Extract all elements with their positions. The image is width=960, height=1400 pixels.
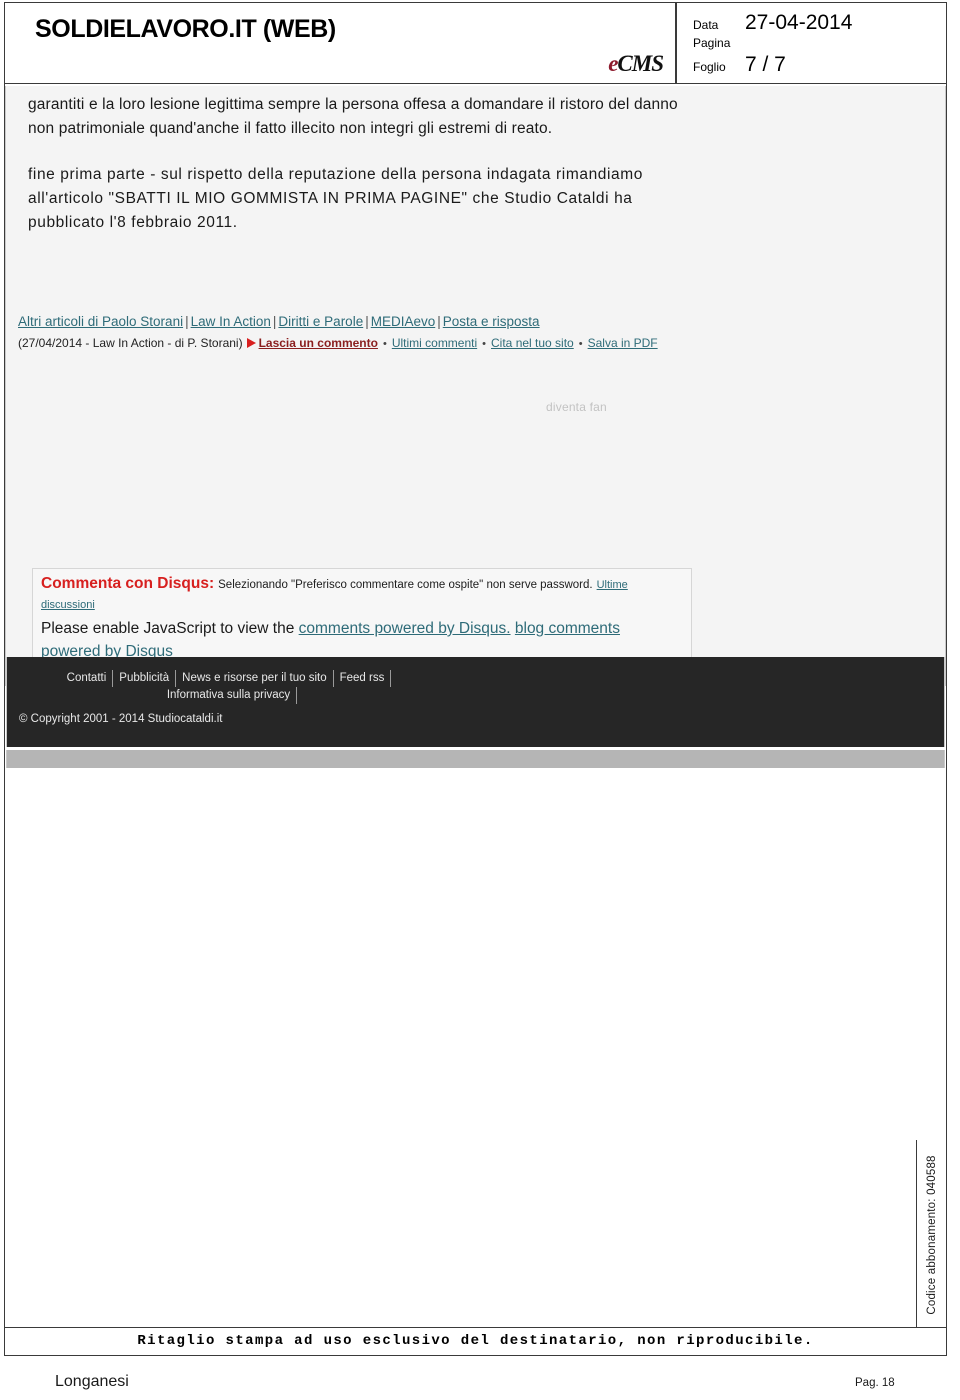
meta-label-foglio: Foglio <box>693 60 726 74</box>
meta-row-pagina: Pagina <box>693 34 745 52</box>
footer-link-feed-rss[interactable]: Feed rss <box>334 670 392 687</box>
footer-link-privacy[interactable]: Informativa sulla privacy <box>161 687 298 704</box>
related-links-row: Altri articoli di Paolo Storani | Law In A… <box>18 312 718 332</box>
site-footer-copyright: © Copyright 2001 - 2014 Studiocataldi.it <box>19 713 223 725</box>
meta-row-data: Data 27-04-2014 <box>693 11 852 35</box>
site-footer-gray-bar <box>6 750 945 768</box>
byline-credit: (27/04/2014 - Law In Action - di P. Stor… <box>18 336 243 350</box>
web-page-clipping: garantiti e la loro lesione legittima se… <box>5 86 946 774</box>
disqus-note: Selezionando "Preferisco commentare come… <box>218 579 593 591</box>
masthead-meta-panel: Data 27-04-2014 Pagina Foglio 7 / 7 <box>681 3 946 83</box>
footer-link-contatti[interactable]: Contatti <box>67 670 114 687</box>
leave-comment-link[interactable]: Lascia un commento <box>259 336 378 350</box>
ecms-logo: eCMS <box>608 51 664 77</box>
ecms-logo-text: CMS <box>617 51 664 76</box>
link-separator: | <box>437 314 441 329</box>
meta-label-data: Data <box>693 18 719 32</box>
meta-label-pagina: Pagina <box>693 36 731 50</box>
link-separator: | <box>365 314 369 329</box>
link-law-in-action[interactable]: Law In Action <box>191 314 271 329</box>
source-title: SOLDIELAVORO.IT (WEB) <box>35 15 336 43</box>
link-altri-articoli[interactable]: Altri articoli di Paolo Storani <box>18 314 183 329</box>
facebook-fan-widget-label[interactable]: diventa fan <box>546 400 607 414</box>
article-body: garantiti e la loro lesione legittima se… <box>28 93 708 241</box>
cite-on-your-site-link[interactable]: Cita nel tuo sito <box>491 336 574 350</box>
meta-value-data: 27-04-2014 <box>745 11 853 34</box>
flag-marker-icon <box>246 338 256 348</box>
publisher-name: Longanesi <box>55 1373 129 1390</box>
masthead: SOLDIELAVORO.IT (WEB) eCMS Data 27-04-201… <box>4 2 947 84</box>
article-paragraph-1: garantiti e la loro lesione legittima se… <box>28 96 678 137</box>
link-mediaevo[interactable]: MEDIAevo <box>371 314 436 329</box>
link-diritti-e-parole[interactable]: Diritti e Parole <box>278 314 363 329</box>
bullet-separator-icon: • <box>382 338 387 350</box>
disqus-header: Commenta con Disqus: Selezionando "Prefe… <box>41 574 683 615</box>
subscription-code-text: Codice abbonamento: 040588 <box>925 1155 938 1315</box>
latest-comments-link[interactable]: Ultimi commenti <box>392 336 477 350</box>
site-footer-nav: Contatti Pubblicità News e risorse per il … <box>19 670 439 704</box>
bullet-separator-icon: • <box>482 338 487 350</box>
save-as-pdf-link[interactable]: Salva in PDF <box>588 336 658 350</box>
footer-link-news-risorse[interactable]: News e risorse per il tuo sito <box>176 670 334 687</box>
site-footer: Contatti Pubblicità News e risorse per il … <box>6 657 945 747</box>
footer-link-pubblicita[interactable]: Pubblicità <box>113 670 177 687</box>
link-posta-e-risposta[interactable]: Posta e risposta <box>443 314 540 329</box>
masthead-source-panel: SOLDIELAVORO.IT (WEB) eCMS <box>5 3 677 83</box>
disqus-title: Commenta con Disqus: <box>41 575 215 592</box>
byline-and-actions-row: (27/04/2014 - Law In Action - di P. Stor… <box>18 334 728 354</box>
subscription-code-strip: Codice abbonamento: 040588 <box>916 1140 946 1330</box>
meta-value-foglio: 7 / 7 <box>745 53 786 76</box>
meta-row-foglio: Foglio 7 / 7 <box>693 53 786 77</box>
web-page-content: garantiti e la loro lesione legittima se… <box>5 86 946 768</box>
bullet-separator-icon: • <box>578 338 583 350</box>
clipping-notice-band: Ritaglio stampa ad uso esclusivo del des… <box>4 1327 947 1356</box>
article-paragraph-2: fine prima parte - sul rispetto della re… <box>28 166 644 231</box>
link-separator: | <box>185 314 189 329</box>
page-number: Pag. 18 <box>855 1377 895 1389</box>
disqus-fallback-prefix: Please enable JavaScript to view the <box>41 620 295 637</box>
disqus-comments-link[interactable]: comments powered by Disqus. <box>299 620 511 637</box>
